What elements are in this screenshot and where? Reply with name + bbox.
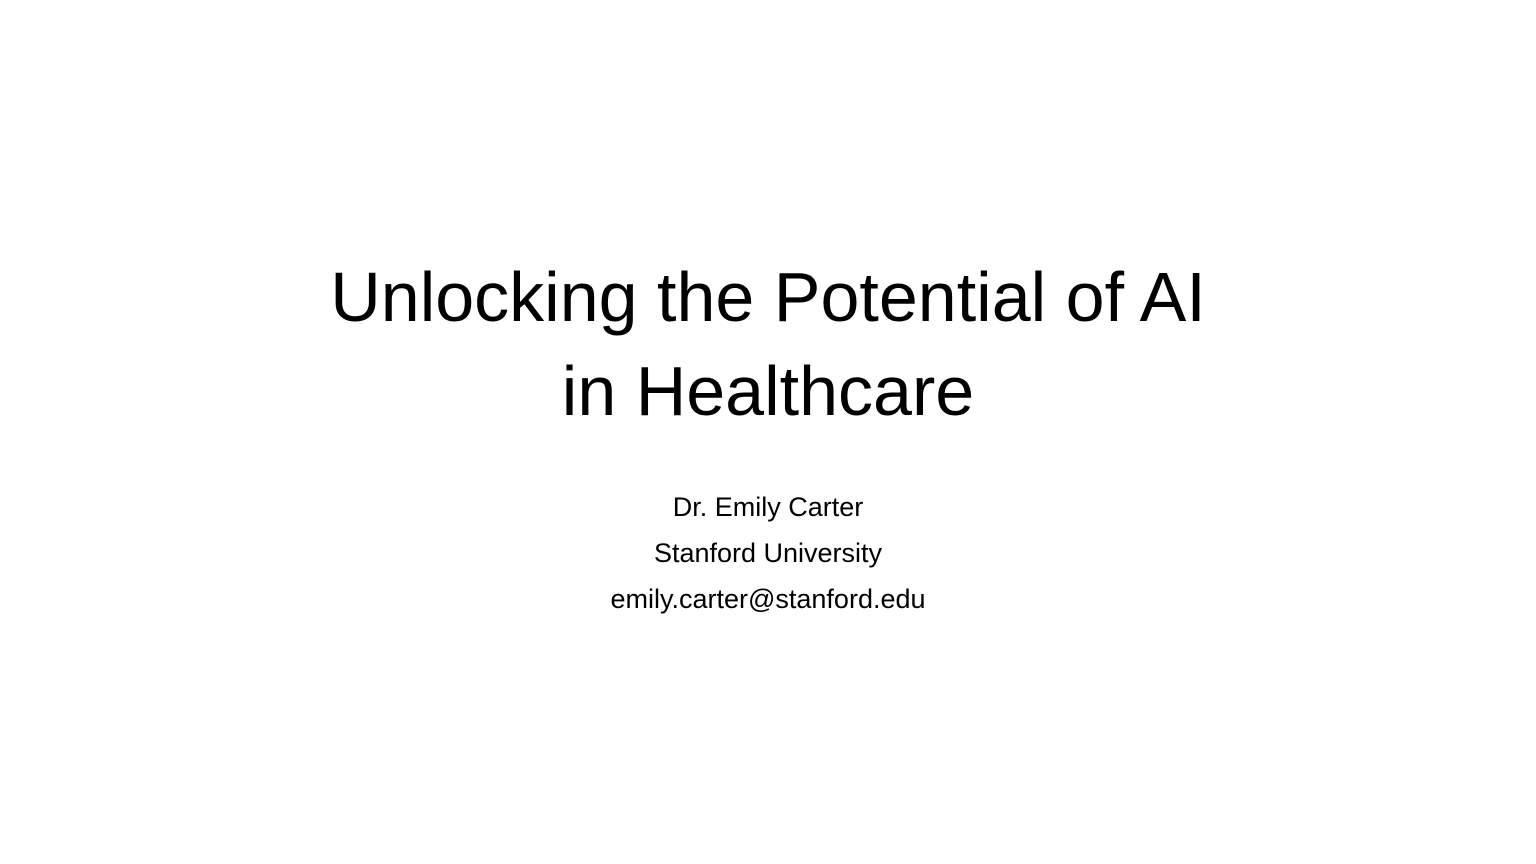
- slide: Unlocking the Potential of AI in Healthc…: [0, 0, 1536, 864]
- author-name: Dr. Emily Carter: [672, 492, 864, 522]
- slide-title: Unlocking the Potential of AI in Healthc…: [0, 250, 1536, 438]
- author-email: emily.carter@stanford.edu: [610, 584, 926, 614]
- title-line-1: Unlocking the Potential of AI: [330, 258, 1206, 336]
- title-line-2: in Healthcare: [561, 352, 975, 430]
- slide-subtitle: Dr. Emily Carter Stanford University emi…: [0, 484, 1536, 622]
- author-affiliation: Stanford University: [653, 538, 883, 568]
